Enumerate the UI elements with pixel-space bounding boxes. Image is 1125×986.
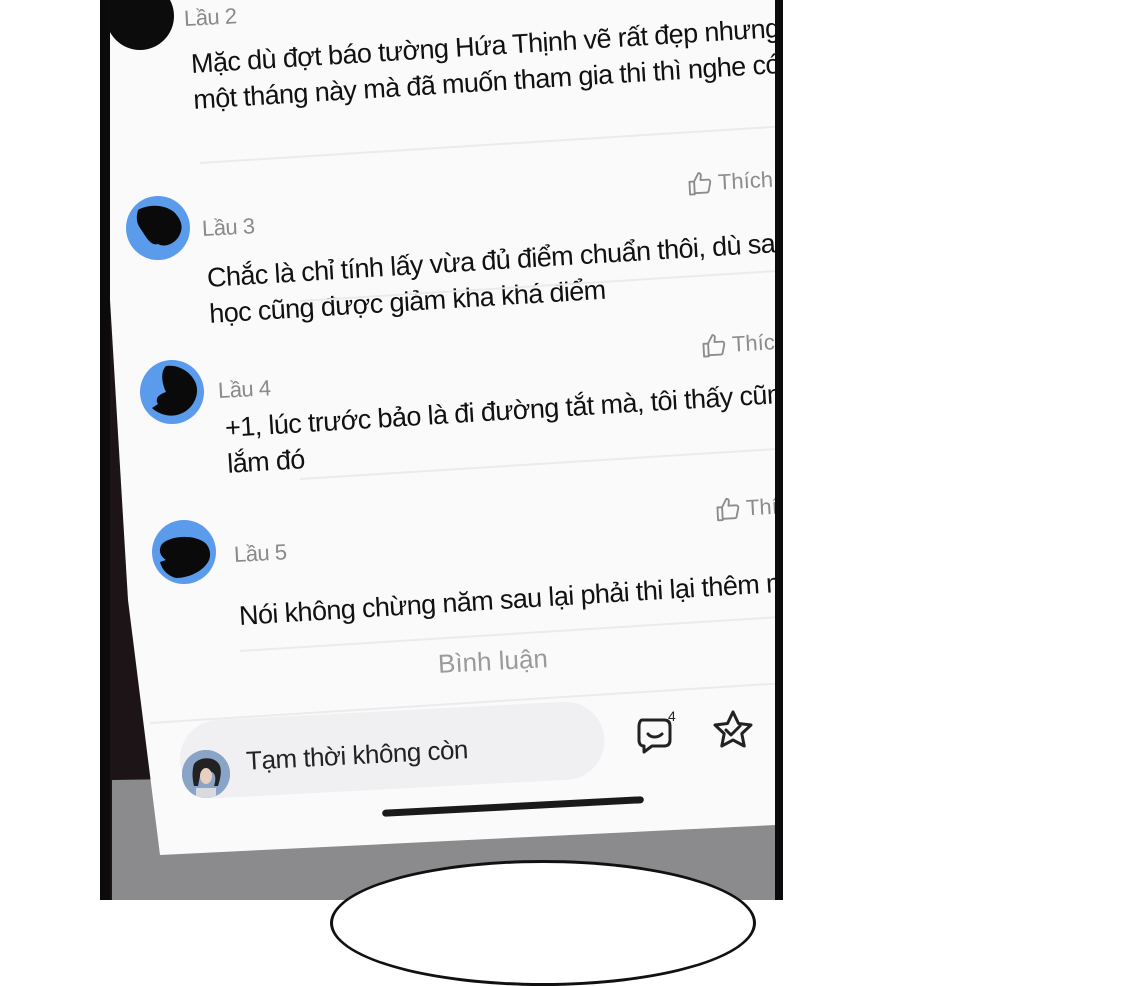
comment-count-button[interactable]: 4 <box>634 708 680 763</box>
star-icon <box>713 710 753 748</box>
thumbs-up-icon <box>688 172 712 196</box>
thumbs-up-icon <box>702 334 726 358</box>
comment-floor: Lầu 2 <box>183 3 238 31</box>
comment-count: 4 <box>668 708 676 724</box>
avatar[interactable] <box>110 0 174 50</box>
comment-floor: Lầu 5 <box>233 539 288 567</box>
avatar[interactable] <box>152 520 216 584</box>
avatar-silhouette <box>152 365 198 416</box>
blank-panel <box>783 0 1125 900</box>
divider <box>199 125 775 164</box>
favorite-button[interactable] <box>710 708 756 759</box>
home-indicator[interactable] <box>381 796 645 817</box>
avatar-silhouette <box>159 536 211 578</box>
panel-border-left <box>100 0 110 900</box>
panel-border-right <box>775 0 783 900</box>
avatar[interactable] <box>126 196 190 260</box>
avatar[interactable] <box>140 360 204 424</box>
comment-floor: Lầu 4 <box>217 375 272 403</box>
comments-section-label: Bình luận <box>437 643 549 679</box>
foreground-shape <box>330 860 756 986</box>
comment-text: +1, lúc trước bảo là đi đường tắt mà, tô… <box>224 371 776 482</box>
avatar-silhouette <box>136 205 182 246</box>
thumbs-up-icon <box>716 497 740 522</box>
user-avatar <box>182 750 230 798</box>
like-button[interactable]: Thích <box>685 166 774 199</box>
comment-floor: Lầu 3 <box>201 213 256 241</box>
user-avatar-image <box>182 750 230 798</box>
like-label: Thích <box>717 166 774 195</box>
